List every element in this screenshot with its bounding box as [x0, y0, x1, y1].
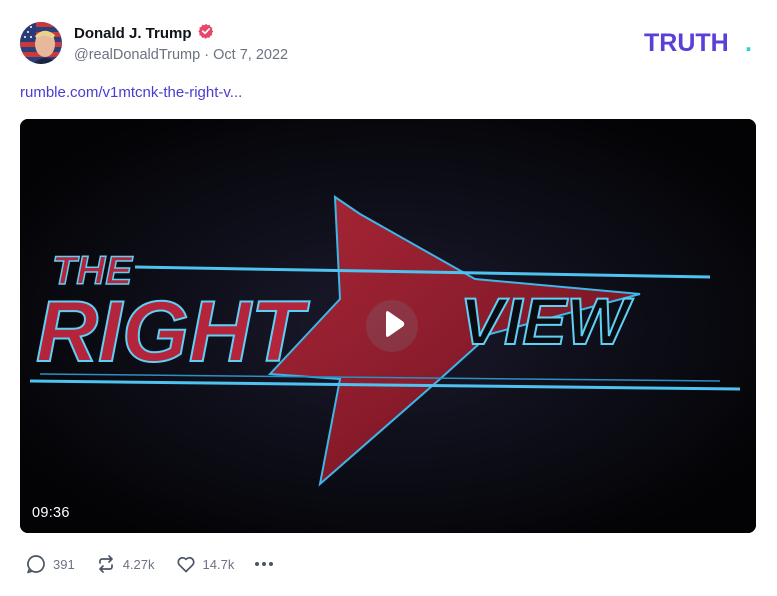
video-player[interactable]: THE RIGHT VIEW 09:36	[20, 119, 756, 533]
play-button[interactable]	[366, 300, 418, 352]
thumb-word-view: VIEW	[460, 284, 633, 358]
logo-dot: .	[745, 29, 752, 55]
meta-separator: ·	[204, 47, 210, 63]
truth-social-logo[interactable]: TRUTH .	[644, 29, 756, 55]
avatar[interactable]	[20, 22, 62, 64]
author-name[interactable]: Donald J. Trump	[74, 25, 192, 42]
like-button[interactable]: 14.7k	[175, 553, 235, 575]
more-button[interactable]	[254, 555, 274, 573]
action-bar: 391 4.27k 14.7k	[25, 553, 274, 575]
logo-text: TRUTH	[644, 29, 729, 55]
post-link[interactable]: rumble.com/v1mtcnk-the-right-v...	[20, 84, 242, 101]
comment-icon	[25, 553, 47, 575]
reply-count: 391	[53, 556, 75, 572]
retruth-icon	[95, 553, 117, 575]
author-handle[interactable]: @realDonaldTrump	[74, 47, 200, 63]
verified-badge-icon	[197, 23, 214, 44]
post-meta: @realDonaldTrump · Oct 7, 2022	[74, 47, 288, 63]
thumb-word-right: RIGHT	[36, 284, 310, 380]
author-row: Donald J. Trump	[74, 23, 214, 44]
retruth-button[interactable]: 4.27k	[95, 553, 155, 575]
post-date[interactable]: Oct 7, 2022	[213, 47, 288, 63]
play-icon	[375, 307, 409, 346]
more-icon	[254, 555, 274, 573]
like-count: 14.7k	[202, 556, 235, 572]
heart-icon	[175, 553, 197, 575]
retruth-count: 4.27k	[122, 556, 155, 572]
reply-button[interactable]: 391	[25, 553, 75, 575]
video-duration: 09:36	[32, 505, 70, 521]
